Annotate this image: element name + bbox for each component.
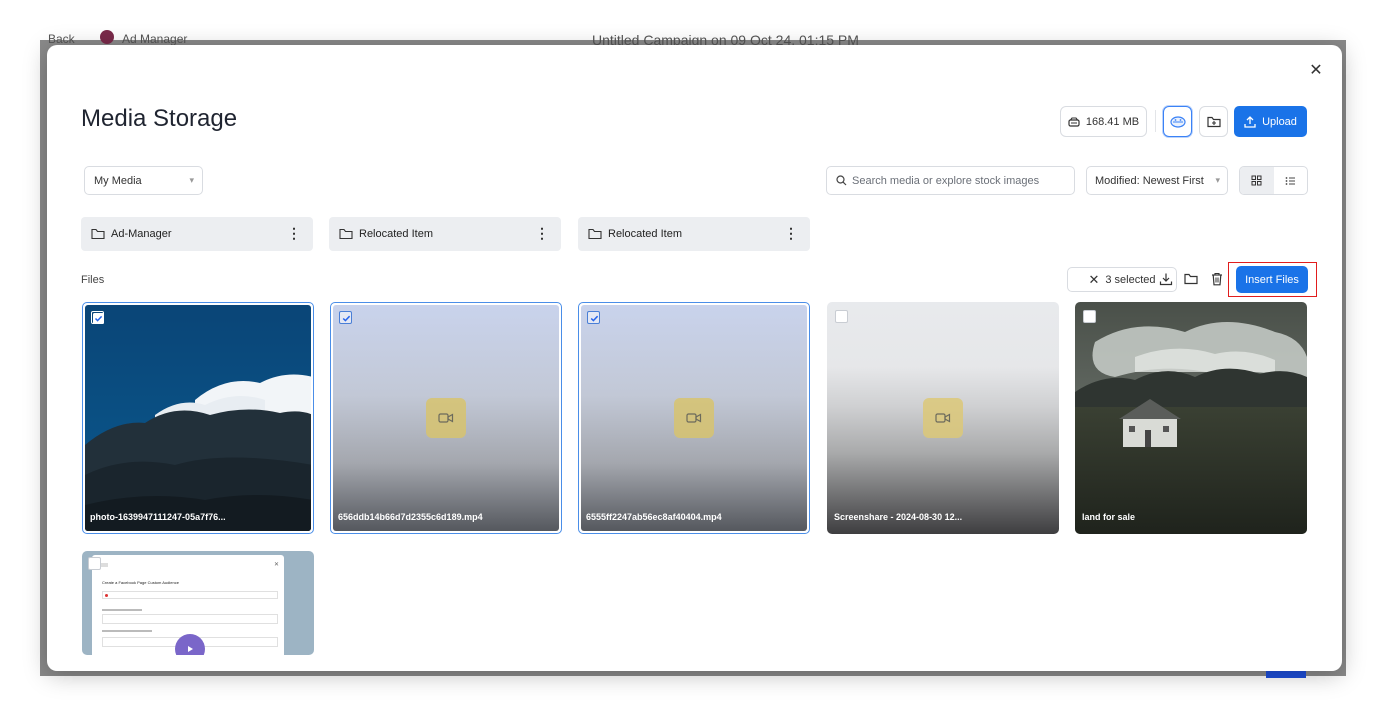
- folder-name: Relocated Item: [359, 228, 433, 240]
- file-card[interactable]: 656ddb14b66d7d2355c6d189.mp4: [330, 302, 562, 534]
- file-name: photo-1639947111247-05a7f76...: [90, 512, 226, 522]
- media-source-select[interactable]: My Media ▾: [84, 166, 203, 195]
- thumbnail-heading: Create a Facebook Page Custom Audience: [102, 580, 179, 585]
- search-input[interactable]: [852, 174, 1062, 187]
- app-name: Ad Manager: [122, 32, 188, 46]
- download-icon: [1159, 273, 1173, 286]
- file-card[interactable]: land for sale: [1075, 302, 1307, 534]
- app-logo: [100, 30, 114, 44]
- video-thumbnail: [827, 302, 1059, 534]
- file-card[interactable]: ✕ Create a Facebook Page Custom Audience: [82, 551, 314, 655]
- sort-value: Modified: Newest First: [1095, 174, 1204, 187]
- storage-used-value: 168.41 MB: [1085, 115, 1140, 128]
- select-checkbox[interactable]: [339, 311, 352, 324]
- background-next-button: [1266, 670, 1306, 678]
- video-camera-icon: [923, 398, 963, 438]
- file-card[interactable]: 6555ff2247ab56ec8af40404.mp4: [578, 302, 810, 534]
- file-card[interactable]: Screenshare - 2024-08-30 12...: [827, 302, 1059, 534]
- insert-files-button[interactable]: Insert Files: [1236, 266, 1308, 293]
- grid-icon: [1251, 175, 1262, 186]
- file-name: Screenshare - 2024-08-30 12...: [834, 512, 963, 522]
- image-thumbnail: [1075, 302, 1307, 534]
- chevron-down-icon: ▾: [189, 175, 194, 185]
- folder-item[interactable]: Relocated Item ⋮: [578, 217, 810, 251]
- download-button[interactable]: [1158, 271, 1174, 287]
- ai-bot-icon: [1169, 115, 1186, 128]
- close-icon: ✕: [1088, 271, 1100, 287]
- select-checkbox[interactable]: [587, 311, 600, 324]
- trash-icon: [1212, 272, 1222, 286]
- folder-name: Ad-Manager: [111, 228, 172, 240]
- list-icon: [1285, 176, 1295, 185]
- folder-icon: [339, 228, 353, 240]
- close-icon[interactable]: ✕: [1307, 62, 1325, 80]
- media-storage-modal: ✕ Media Storage 168.41 MB Upload My Medi…: [47, 45, 1342, 671]
- video-thumbnail: [581, 305, 807, 531]
- more-options-icon[interactable]: ⋮: [784, 226, 798, 240]
- select-checkbox[interactable]: [91, 311, 104, 324]
- media-source-value: My Media: [94, 174, 142, 187]
- screenshot-thumbnail: ✕ Create a Facebook Page Custom Audience: [82, 551, 314, 655]
- folder-icon: [588, 228, 602, 240]
- more-options-icon[interactable]: ⋮: [535, 226, 549, 240]
- video-camera-icon: [674, 398, 714, 438]
- video-camera-icon: [426, 398, 466, 438]
- files-heading: Files: [81, 274, 105, 286]
- chevron-down-icon: ▾: [1215, 175, 1220, 185]
- background-topbar: Back Ad Manager Untitled Campaign on 09 …: [40, 30, 1346, 48]
- search-icon: [836, 175, 847, 186]
- storage-usage-badge[interactable]: 168.41 MB: [1060, 106, 1147, 137]
- file-name: 656ddb14b66d7d2355c6d189.mp4: [338, 512, 483, 522]
- toolbar-divider: [1155, 110, 1156, 132]
- modal-title: Media Storage: [81, 105, 238, 132]
- folder-plus-icon: [1206, 116, 1221, 127]
- grid-view-button[interactable]: [1240, 167, 1274, 194]
- folder-name: Relocated Item: [608, 228, 682, 240]
- ai-assistant-button[interactable]: [1163, 106, 1192, 137]
- video-thumbnail: [333, 305, 559, 531]
- selected-count: 3 selected: [1105, 273, 1156, 286]
- file-name: land for sale: [1082, 512, 1136, 522]
- file-card[interactable]: photo-1639947111247-05a7f76...: [82, 302, 314, 534]
- list-view-button[interactable]: [1274, 167, 1308, 194]
- select-checkbox[interactable]: [1083, 310, 1096, 323]
- upload-button[interactable]: Upload: [1234, 106, 1307, 137]
- back-link: Back: [48, 32, 75, 46]
- select-checkbox[interactable]: [835, 310, 848, 323]
- more-options-icon[interactable]: ⋮: [287, 226, 301, 240]
- search-field[interactable]: [826, 166, 1075, 195]
- upload-icon: [1244, 115, 1256, 128]
- folder-icon: [1184, 273, 1198, 285]
- view-mode-toggle: [1239, 166, 1308, 195]
- image-thumbnail: [85, 305, 311, 531]
- file-name: 6555ff2247ab56ec8af40404.mp4: [586, 512, 722, 522]
- new-folder-button[interactable]: [1199, 106, 1228, 137]
- folder-item[interactable]: Relocated Item ⋮: [329, 217, 561, 251]
- move-to-folder-button[interactable]: [1183, 271, 1199, 287]
- sort-select[interactable]: Modified: Newest First ▾: [1086, 166, 1228, 195]
- select-checkbox[interactable]: [88, 557, 101, 570]
- folder-item[interactable]: Ad-Manager ⋮: [81, 217, 313, 251]
- delete-button[interactable]: [1209, 271, 1225, 287]
- drive-icon: [1068, 116, 1080, 127]
- upload-label: Upload: [1262, 115, 1297, 128]
- folder-icon: [91, 228, 105, 240]
